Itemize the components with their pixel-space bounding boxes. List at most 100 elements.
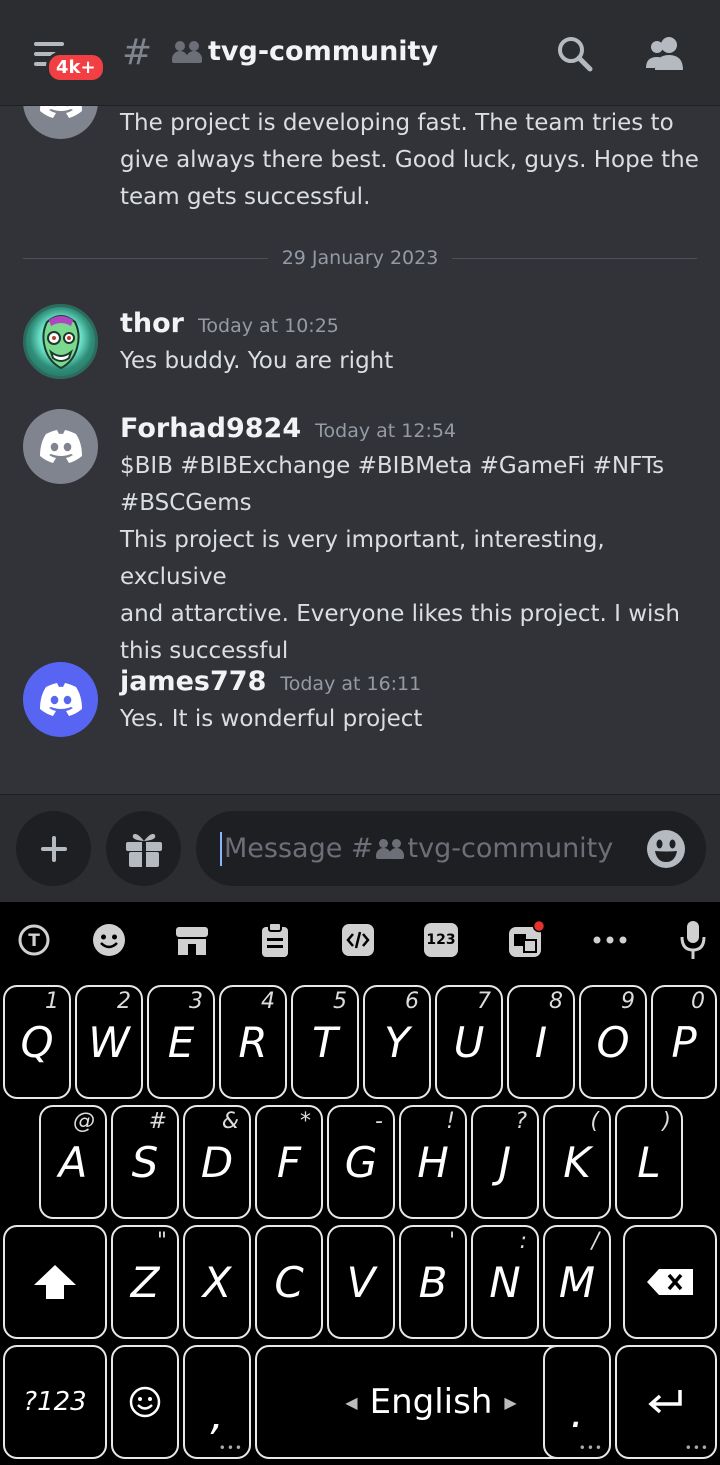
key-t[interactable]: 5T [291, 985, 359, 1099]
backspace-icon [647, 1269, 693, 1295]
message-line: Yes buddy. You are right [120, 348, 394, 374]
emoji-key[interactable] [111, 1345, 179, 1459]
numbers-icon: 123 [424, 923, 458, 957]
key-b[interactable]: ' B [399, 1225, 467, 1339]
enter-key[interactable]: ••• [615, 1345, 717, 1459]
key-a[interactable]: @ A [39, 1105, 107, 1219]
channel-hash-icon: # [122, 32, 153, 73]
member-list-button[interactable] [643, 34, 687, 74]
clipboard-button[interactable] [255, 920, 295, 960]
svg-text:T: T [28, 931, 40, 951]
message-timestamp: Today at 12:54 [315, 420, 457, 442]
backspace-key[interactable] [623, 1225, 717, 1339]
placeholder-channel: tvg-community [407, 833, 614, 864]
space-key-label: English [369, 1382, 493, 1422]
key-v[interactable]: V [327, 1225, 395, 1339]
key-w[interactable]: 2W [75, 985, 143, 1099]
gift-button[interactable] [106, 811, 181, 886]
avatar[interactable] [23, 662, 98, 737]
smiley-icon [647, 830, 685, 868]
keyboard-toolbar: T 123 [0, 902, 720, 978]
author-name[interactable]: james778 [120, 666, 266, 697]
smiley-icon [129, 1386, 161, 1418]
discord-logo-icon [39, 106, 82, 118]
menu-button[interactable]: 4k+ [30, 38, 106, 83]
key-i[interactable]: 8I [507, 985, 575, 1099]
message-timestamp: Today at 16:11 [280, 673, 422, 695]
key-n[interactable]: :N [471, 1225, 539, 1339]
message-line: $BIB #BIBExchange #BIBMeta #GameFi #NFTs [120, 453, 665, 479]
key-h[interactable]: ! H [399, 1105, 467, 1219]
more-options-button[interactable] [590, 920, 630, 960]
gift-icon [125, 833, 162, 867]
key-s[interactable]: # S [111, 1105, 179, 1219]
message-line: and attarctive. Everyone likes this proj… [120, 601, 680, 627]
comma-key[interactable]: , ••• [183, 1345, 251, 1459]
microphone-icon [680, 921, 706, 959]
message-author[interactable]: Forhad9824 Today at 12:54 [120, 413, 456, 444]
key-l[interactable]: ) L [615, 1105, 683, 1219]
key-p[interactable]: 0P [651, 985, 717, 1099]
key-d[interactable]: & D [183, 1105, 251, 1219]
date-divider-label: 29 January 2023 [281, 247, 439, 269]
message-body: Yes. It is wonderful project [120, 701, 700, 738]
key-z[interactable]: " Z [111, 1225, 179, 1339]
message-input[interactable]: Message # tvg-community [196, 811, 706, 886]
key-g[interactable]: -G [327, 1105, 395, 1219]
message-body: The project is developing fast. The team… [120, 106, 700, 216]
avatar[interactable] [23, 304, 98, 379]
store-icon [176, 927, 208, 955]
voice-input-button[interactable] [673, 920, 713, 960]
discord-logo-icon [39, 429, 82, 463]
people-emoji-icon [375, 838, 406, 859]
plus-icon [40, 835, 67, 862]
text-editing-button[interactable]: T [14, 920, 54, 960]
emoji-keyboard-button[interactable] [89, 920, 129, 960]
members-icon [646, 37, 683, 70]
placeholder-prefix: Message # [224, 833, 374, 864]
avatar[interactable] [23, 106, 98, 139]
key-x[interactable]: X [183, 1225, 251, 1339]
message-author[interactable]: thor Today at 10:25 [120, 308, 339, 339]
key-c[interactable]: C [255, 1225, 323, 1339]
message-timestamp: Today at 10:25 [198, 315, 339, 337]
key-e[interactable]: 3E [147, 985, 215, 1099]
message-list[interactable]: The project is developing fast. The team… [0, 106, 720, 794]
text-edit-icon: T [18, 924, 50, 956]
message-body: Yes buddy. You are right [120, 343, 700, 380]
unread-badge: 4k+ [46, 52, 106, 83]
message-author[interactable]: james778 Today at 16:11 [120, 666, 421, 697]
message-composer: Message # tvg-community [0, 794, 720, 902]
key-o[interactable]: 9O [579, 985, 647, 1099]
translate-button[interactable] [506, 920, 546, 960]
key-f[interactable]: * F [255, 1105, 323, 1219]
author-name[interactable]: Forhad9824 [120, 413, 301, 444]
date-divider: 29 January 2023 [23, 243, 698, 273]
attach-button[interactable] [16, 811, 91, 886]
symbols-key[interactable]: ?123 [3, 1345, 107, 1459]
key-j[interactable]: ? J [471, 1105, 539, 1219]
text-cursor [220, 831, 222, 866]
shift-key[interactable] [3, 1225, 107, 1339]
key-k[interactable]: (K [543, 1105, 611, 1219]
zombie-avatar-icon [41, 314, 80, 369]
emoji-button[interactable] [646, 829, 686, 873]
key-u[interactable]: 7U [435, 985, 503, 1099]
avatar[interactable] [23, 409, 98, 484]
key-y[interactable]: 6Y [363, 985, 431, 1099]
code-button[interactable] [338, 920, 378, 960]
author-name[interactable]: thor [120, 308, 184, 339]
translate-icon [509, 920, 546, 957]
key-r[interactable]: 4R [219, 985, 287, 1099]
shift-arrow-icon [34, 1265, 76, 1299]
key-q[interactable]: 1Q [3, 985, 71, 1099]
sticker-store-button[interactable] [172, 920, 212, 960]
channel-name: tvg-community [208, 36, 439, 67]
smiley-icon [93, 924, 125, 956]
search-button[interactable] [555, 34, 595, 74]
period-key[interactable]: . ••• [543, 1345, 611, 1459]
right-arrow-icon: ▶ [504, 1392, 517, 1412]
channel-title[interactable]: tvg-community [172, 36, 438, 67]
number-row-button[interactable]: 123 [421, 920, 461, 960]
key-m[interactable]: / M [543, 1225, 611, 1339]
